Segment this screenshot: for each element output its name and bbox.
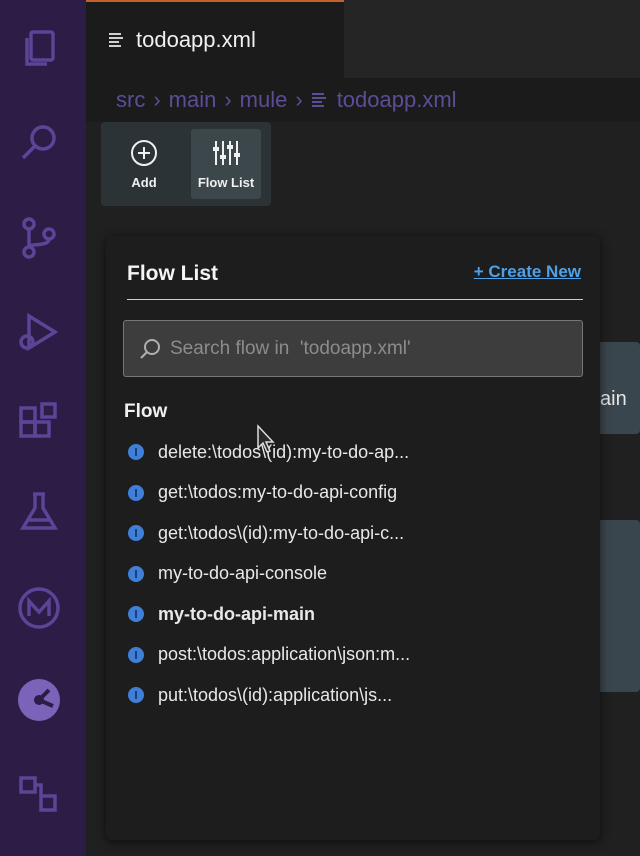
flow-list: delete:\todos\(id):my-to-do-ap... get:\t… [128,432,578,716]
flow-list-item[interactable]: my-to-do-api-console [128,554,578,595]
flow-info-icon [128,687,144,704]
canvas-partial-label: ain [600,388,627,410]
chevron-right-icon: › [153,87,161,112]
create-new-link[interactable]: + Create New [474,262,581,282]
document-lines-icon [109,33,123,47]
flow-info-icon [128,606,144,623]
activity-bar [0,0,86,856]
flow-list-label: Flow List [197,174,255,190]
breadcrumb-file[interactable]: todoapp.xml [337,87,457,113]
flow-label: delete:\todos\(id):my-to-do-ap... [158,441,410,462]
flow-label: post:\todos:application\json:m... [158,644,411,665]
flow-label: my-to-do-api-console [158,563,328,584]
add-label: Add [131,174,157,190]
flow-info-icon [128,525,144,542]
explorer-icon[interactable] [13,22,65,74]
flow-list-item[interactable]: delete:\todos\(id):my-to-do-ap... [128,432,578,473]
flow-label: my-to-do-api-main [158,603,315,624]
flow-info-icon [128,565,144,582]
api-icon[interactable] [13,674,65,726]
flow-list-item[interactable]: post:\todos:application\json:m... [128,635,578,676]
breadcrumb-mule[interactable]: mule [240,87,288,113]
mouse-cursor-icon [257,424,275,453]
search-icon[interactable] [13,116,65,168]
search-flow-input[interactable] [170,337,570,360]
tab-todoapp-xml[interactable]: todoapp.xml [86,0,344,78]
chevron-right-icon: › [295,87,303,112]
flow-list-item[interactable]: get:\todos:my-to-do-api-config [128,473,578,514]
breadcrumb-src[interactable]: src [116,87,145,113]
flow-info-icon [128,646,144,663]
flow-list-panel: Flow List + Create New Flow delete:\todo… [106,236,600,840]
sliders-icon [213,140,240,165]
add-button[interactable]: Add [109,129,179,199]
flow-list-item[interactable]: get:\todos\(id):my-to-do-api-c... [128,513,578,554]
breadcrumb-main[interactable]: main [169,87,217,113]
flow-label: get:\todos\(id):my-to-do-api-c... [158,522,405,543]
search-box[interactable] [123,320,583,377]
plus-circle-icon [131,139,157,166]
testing-icon[interactable] [13,486,65,538]
flow-label: get:\todos:my-to-do-api-config [158,482,398,503]
mulesoft-icon[interactable] [13,582,65,634]
source-control-icon[interactable] [13,212,65,264]
flow-list-button[interactable]: Flow List [191,129,261,199]
flow-list-item[interactable]: my-to-do-api-main [128,594,578,635]
flow-list-item[interactable]: put:\todos\(id):application\js... [128,675,578,716]
extensions-icon[interactable] [13,398,65,450]
document-lines-icon [311,93,326,107]
editor-tab-strip: todoapp.xml [86,0,640,78]
canvas-toolbar: Add Flow List [101,122,271,206]
panel-title: Flow List [127,262,218,285]
search-icon [140,338,160,359]
tab-label: todoapp.xml [136,27,256,52]
remote-icon[interactable] [13,768,65,820]
flow-info-icon [128,444,144,461]
flow-info-icon [128,484,144,501]
flow-section-label: Flow [124,401,168,422]
chevron-right-icon: › [224,87,232,112]
panel-header: Flow List + Create New [127,260,583,300]
flow-label: put:\todos\(id):application\js... [158,684,393,705]
run-debug-icon[interactable] [13,306,65,358]
breadcrumb: src › main › mule › todoapp.xml [86,78,640,122]
